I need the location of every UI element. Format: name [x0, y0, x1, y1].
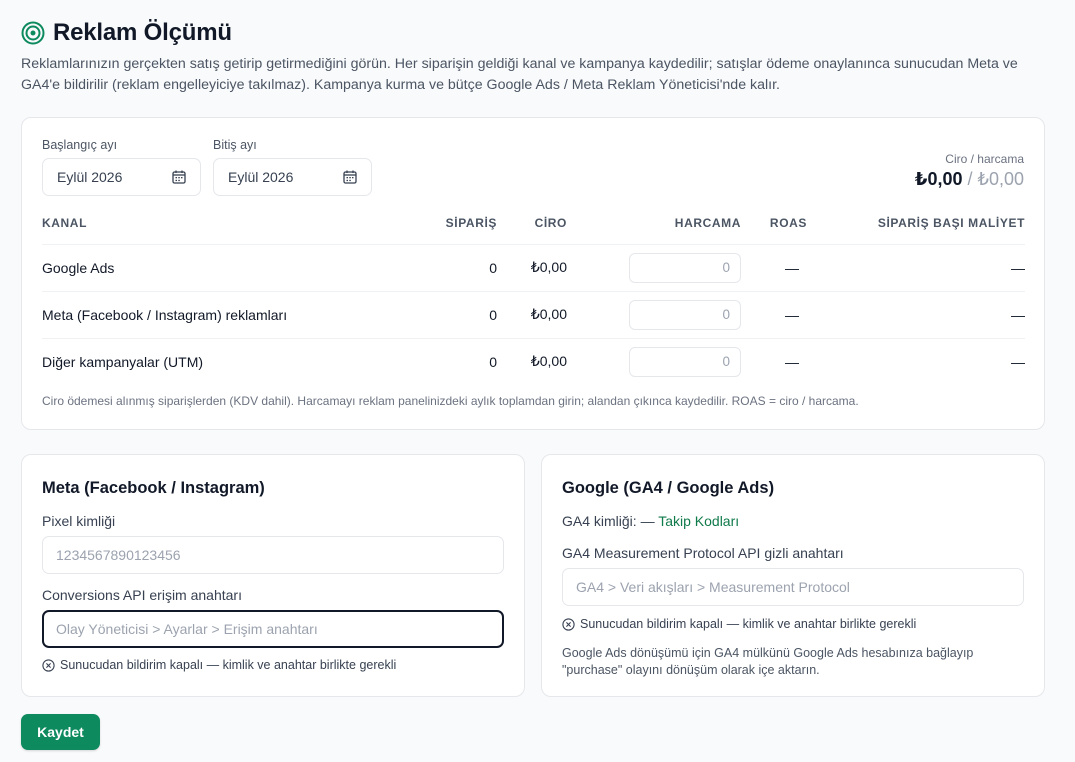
channel-name: Meta (Facebook / Instagram) reklamları [42, 290, 402, 338]
column-header-revenue: CİRO [534, 216, 567, 230]
column-header-orders: SİPARİŞ [445, 216, 497, 230]
table-note: Ciro ödemesi alınmış siparişlerden (KDV … [42, 394, 859, 408]
channel-report-card: Başlangıç ayı Eylül 2026 Bitiş ayı Eylül… [21, 117, 1045, 430]
mp-secret-input[interactable]: GA4 > Veri akışları > Measurement Protoc… [562, 568, 1024, 606]
spend-cell: 0 [567, 243, 741, 291]
spend-cell: 0 [567, 337, 741, 385]
google-card-title: Google (GA4 / Google Ads) [562, 479, 775, 497]
end-month-group: Bitiş ayı Eylül 2026 [213, 138, 372, 196]
start-month-value: Eylül 2026 [57, 169, 123, 185]
summary-label: Ciro / harcama [945, 152, 1024, 166]
calendar-icon [172, 170, 186, 184]
cpo-value: — [807, 290, 1025, 338]
column-header-cpo: SİPARİŞ BAŞI MALİYET [877, 216, 1025, 230]
table-row: Diğer kampanyalar (UTM) 0 ₺0,00 0 — — [42, 337, 1025, 385]
meta-card-title: Meta (Facebook / Instagram) [42, 479, 265, 497]
summary-spend: ₺0,00 [977, 169, 1025, 189]
ga4-id-label: GA4 kimliği: — [562, 513, 659, 529]
table-header-row: KANAL SİPARİŞ CİRO HARCAMA ROAS SİPARİŞ … [42, 216, 1025, 244]
end-month-label: Bitiş ayı [213, 138, 257, 152]
roas-value: — [741, 290, 807, 338]
cpo-value: — [807, 243, 1025, 291]
google-ads-note: Google Ads dönüşümü için GA4 mülkünü Goo… [562, 646, 974, 677]
start-month-picker[interactable]: Eylül 2026 [42, 158, 201, 196]
revenue-value: ₺0,00 [497, 243, 567, 291]
end-month-picker[interactable]: Eylül 2026 [213, 158, 372, 196]
column-header-channel: KANAL [42, 216, 87, 230]
summary-separator: / [962, 169, 978, 189]
google-settings-card: Google (GA4 / Google Ads) GA4 kimliği: —… [541, 454, 1045, 697]
pixel-id-label: Pixel kimliği [42, 513, 116, 529]
order-count: 0 [402, 337, 497, 385]
ad-measurement-page: Reklam Ölçümü Reklamlarınızın gerçekten … [21, 18, 1045, 750]
spend-cell: 0 [567, 290, 741, 338]
capi-token-input[interactable]: Olay Yöneticisi > Ayarlar > Erişim anaht… [42, 610, 504, 648]
calendar-icon [343, 170, 357, 184]
roas-value: — [741, 243, 807, 291]
spend-input[interactable]: 0 [629, 299, 741, 330]
pixel-id-input[interactable]: 1234567890123456 [42, 536, 504, 574]
tracking-codes-link[interactable]: Takip Kodları [658, 513, 739, 529]
title-row: Reklam Ölçümü [21, 18, 1045, 48]
revenue-spend-summary: Ciro / harcama ₺0,00 / ₺0,00 [915, 152, 1024, 190]
google-status-text: Sunucudan bildirim kapalı — kimlik ve an… [580, 617, 917, 631]
ga4-id-line: GA4 kimliği: — Takip Kodları [562, 513, 739, 529]
cpo-value: — [807, 337, 1025, 385]
revenue-value: ₺0,00 [497, 337, 567, 385]
save-button[interactable]: Kaydet [21, 714, 100, 750]
channel-name: Google Ads [42, 243, 402, 291]
summary-value: ₺0,00 / ₺0,00 [915, 169, 1024, 190]
roas-value: — [741, 337, 807, 385]
column-header-roas: ROAS [769, 216, 807, 230]
summary-revenue: ₺0,00 [914, 169, 963, 189]
channel-name: Diğer kampanyalar (UTM) [42, 337, 402, 385]
page-description: Reklamlarınızın gerçekten satış getirip … [21, 56, 1018, 93]
start-month-label: Başlangıç ayı [42, 138, 118, 152]
table-row: Meta (Facebook / Instagram) reklamları 0… [42, 290, 1025, 338]
order-count: 0 [402, 290, 497, 338]
spend-input[interactable]: 0 [629, 346, 741, 377]
google-status: Sunucudan bildirim kapalı — kimlik ve an… [562, 617, 916, 631]
capi-token-label: Conversions API erişim anahtarı [42, 587, 242, 603]
mp-secret-label: GA4 Measurement Protocol API gizli anaht… [562, 545, 844, 561]
revenue-value: ₺0,00 [497, 290, 567, 338]
x-circle-icon [42, 658, 55, 672]
end-month-value: Eylül 2026 [228, 169, 294, 185]
x-circle-icon [562, 617, 575, 631]
table-row: Google Ads 0 ₺0,00 0 — — [42, 243, 1025, 291]
meta-status: Sunucudan bildirim kapalı — kimlik ve an… [42, 658, 396, 672]
target-icon [21, 21, 45, 45]
page-title: Reklam Ölçümü [53, 19, 232, 46]
spend-input[interactable]: 0 [629, 252, 741, 283]
meta-status-text: Sunucudan bildirim kapalı — kimlik ve an… [60, 658, 397, 672]
order-count: 0 [402, 243, 497, 291]
meta-settings-card: Meta (Facebook / Instagram) Pixel kimliğ… [21, 454, 525, 697]
start-month-group: Başlangıç ayı Eylül 2026 [42, 138, 201, 196]
channel-table: KANAL SİPARİŞ CİRO HARCAMA ROAS SİPARİŞ … [42, 216, 1025, 385]
column-header-spend: HARCAMA [674, 216, 741, 230]
